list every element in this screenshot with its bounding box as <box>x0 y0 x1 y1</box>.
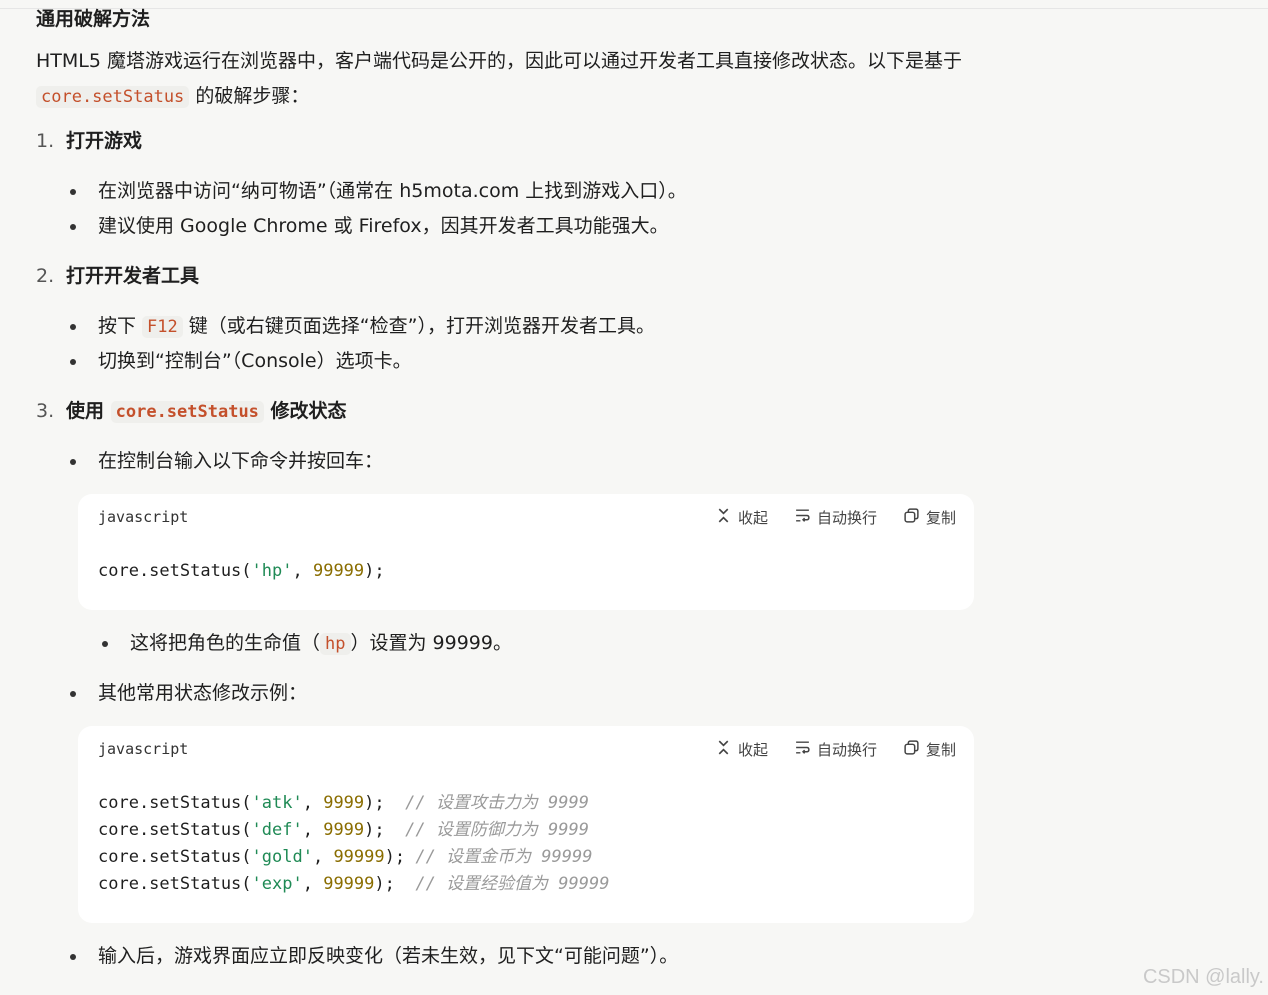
list-item-text: 输入后，游戏界面应立即反映变化（若未生效，见下文“可能问题”）。 <box>98 945 679 967</box>
step-2: 2. 打开开发者工具 <box>36 262 199 290</box>
list-item-text: 切换到“控制台”（Console）选项卡。 <box>98 350 412 372</box>
code-body: core.setStatus('atk', 9999); // 设置攻击力为 9… <box>78 776 974 916</box>
copy-button[interactable]: 复制 <box>903 739 956 760</box>
wrap-button[interactable]: 自动换行 <box>794 507 877 528</box>
step-number: 1. <box>36 130 55 152</box>
step-title: 使用 <box>66 400 111 422</box>
wrap-button[interactable]: 自动换行 <box>794 739 877 760</box>
list-item: 切换到“控制台”（Console）选项卡。 <box>70 347 412 375</box>
code-block: javascript 收起 自动换行 复制 core.setStatus('hp… <box>78 494 974 610</box>
code-line: core.setStatus('atk', 9999); // 设置攻击力为 9… <box>98 793 589 813</box>
collapse-label: 收起 <box>737 741 768 759</box>
code-language: javascript <box>98 508 189 526</box>
collapse-button[interactable]: 收起 <box>715 739 768 760</box>
copy-icon <box>903 739 920 760</box>
list-item-text: 在控制台输入以下命令并按回车： <box>98 450 384 472</box>
wrap-icon <box>794 739 811 760</box>
list-item-text: 其他常用状态修改示例： <box>98 682 308 704</box>
copy-label: 复制 <box>925 741 956 759</box>
sub-list-item: 这将把角色的生命值（ hp ）设置为 99999。 <box>102 629 512 658</box>
code-header: javascript 收起 自动换行 复制 <box>78 726 974 776</box>
collapse-button[interactable]: 收起 <box>715 507 768 528</box>
copy-label: 复制 <box>925 509 956 527</box>
list-item-text: 键（或右键页面选择“检查”），打开浏览器开发者工具。 <box>182 315 655 337</box>
code-line: core.setStatus('gold', 99999); // 设置金币为 … <box>98 847 593 867</box>
wrap-label: 自动换行 <box>816 509 877 527</box>
code-line: core.setStatus('def', 9999); // 设置防御力为 9… <box>98 820 589 840</box>
watermark: CSDN @lally. <box>1142 966 1264 988</box>
wrap-icon <box>794 507 811 528</box>
intro-text-before: HTML5 魔塔游戏运行在浏览器中，客户端代码是公开的，因此可以通过开发者工具直… <box>36 50 963 72</box>
code-block: javascript 收起 自动换行 复制 core.setStatus('at… <box>78 726 974 923</box>
step-title: 打开开发者工具 <box>66 265 200 287</box>
code-body: core.setStatus('hp', 99999); <box>78 544 974 603</box>
inline-code: F12 <box>142 316 183 338</box>
list-item: 其他常用状态修改示例： <box>69 679 308 707</box>
code-language: javascript <box>98 740 189 758</box>
intro-paragraph: HTML5 魔塔游戏运行在浏览器中，客户端代码是公开的，因此可以通过开发者工具直… <box>36 44 966 115</box>
step-title: 打开游戏 <box>66 130 143 152</box>
code-actions: 收起 自动换行 复制 <box>715 739 956 760</box>
inline-code: core.setStatus <box>110 401 264 423</box>
intro-inline-code: core.setStatus <box>36 86 190 108</box>
list-item: 建议使用 Google Chrome 或 Firefox，因其开发者工具功能强大… <box>70 212 669 240</box>
list-item: 在控制台输入以下命令并按回车： <box>69 447 384 475</box>
list-item-text: 这将把角色的生命值（ <box>130 632 321 654</box>
list-item-text: ）设置为 99999。 <box>350 632 512 654</box>
step-1: 1. 打开游戏 <box>36 127 142 155</box>
step-number: 2. <box>36 265 55 287</box>
collapse-icon <box>715 507 732 528</box>
code-line: core.setStatus('exp', 99999); // 设置经验值为 … <box>98 874 610 894</box>
intro-text-after: 的破解步骤： <box>189 85 310 107</box>
list-item-text: 在浏览器中访问“纳可物语”（通常在 h5mota.com 上找到游戏入口）。 <box>98 180 687 202</box>
copy-icon <box>903 507 920 528</box>
code-header: javascript 收起 自动换行 复制 <box>78 494 974 544</box>
step-title: 修改状态 <box>263 400 347 422</box>
list-item: 在浏览器中访问“纳可物语”（通常在 h5mota.com 上找到游戏入口）。 <box>70 177 687 205</box>
list-item-text: 建议使用 Google Chrome 或 Firefox，因其开发者工具功能强大… <box>98 215 669 237</box>
collapse-label: 收起 <box>737 509 768 527</box>
list-item: 按下 F12 键（或右键页面选择“检查”），打开浏览器开发者工具。 <box>70 312 655 341</box>
code-line: core.setStatus('hp', 99999); <box>98 561 385 581</box>
wrap-label: 自动换行 <box>816 741 877 759</box>
list-item-text: 按下 <box>98 315 143 337</box>
inline-code: hp <box>320 633 351 655</box>
code-actions: 收起 自动换行 复制 <box>715 507 956 528</box>
top-divider <box>0 8 1268 9</box>
section-heading: 通用破解方法 <box>36 8 151 30</box>
step-number: 3. <box>36 400 55 422</box>
list-item: 输入后，游戏界面应立即反映变化（若未生效，见下文“可能问题”）。 <box>69 942 679 970</box>
copy-button[interactable]: 复制 <box>903 507 956 528</box>
step-3: 3. 使用 core.setStatus 修改状态 <box>36 397 347 426</box>
collapse-icon <box>715 739 732 760</box>
